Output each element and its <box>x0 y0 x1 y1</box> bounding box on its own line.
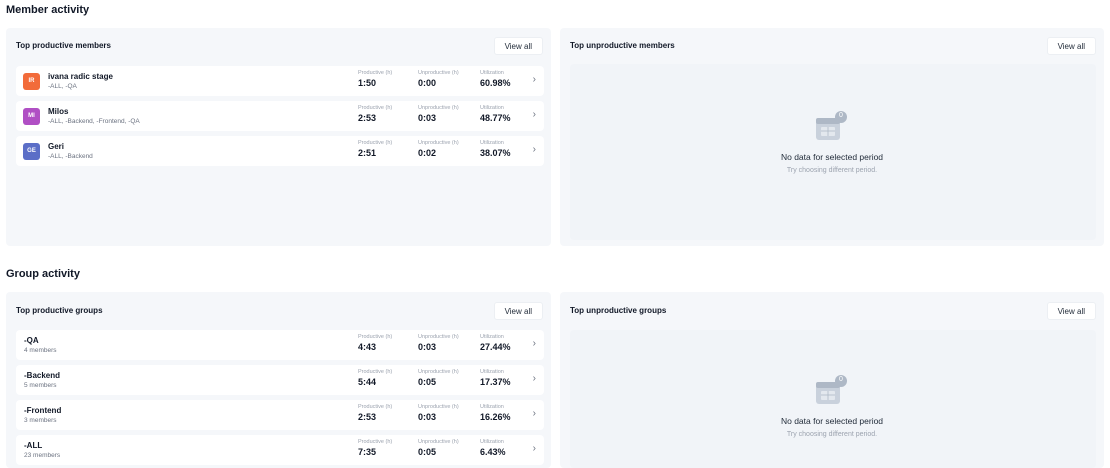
group-name: -Frontend <box>24 405 62 415</box>
member-groups: -ALL, -QA <box>48 82 77 90</box>
unproductive-label: Unproductive (h) <box>418 404 459 410</box>
group-row[interactable]: -QA 4 members Productive (h) 4:43 Unprodu… <box>16 330 544 360</box>
productive-value: 5:44 <box>358 377 377 387</box>
group-name: -ALL <box>24 440 43 450</box>
unproductive-value: 0:03 <box>418 342 437 352</box>
unproductive-label: Unproductive (h) <box>418 105 459 111</box>
unproductive-value: 0:05 <box>418 377 437 387</box>
unproductive-value: 0:03 <box>418 113 437 123</box>
utilization-label: Utilization <box>480 105 504 111</box>
productive-label: Productive (h) <box>358 140 393 146</box>
group-members: 5 members <box>24 381 57 389</box>
group-row[interactable]: -Backend 5 members Productive (h) 5:44 Un… <box>16 365 544 395</box>
member-name: Geri <box>48 141 65 151</box>
chevron-right-icon[interactable]: › <box>533 443 536 454</box>
empty-badge: 0 <box>839 112 843 119</box>
member-row[interactable]: GE Geri -ALL, -Backend Productive (h) 2:5… <box>16 136 544 166</box>
top-productive-members-title: Top productive members <box>16 41 111 50</box>
group-members: 3 members <box>24 416 57 424</box>
group-members: 4 members <box>24 346 57 354</box>
chevron-right-icon[interactable]: › <box>533 74 536 85</box>
productive-label: Productive (h) <box>358 369 393 375</box>
calendar-empty-icon: 0 <box>814 110 850 144</box>
utilization-label: Utilization <box>480 369 504 375</box>
utilization-value: 16.26% <box>480 412 511 422</box>
chevron-right-icon[interactable]: › <box>533 144 536 155</box>
utilization-label: Utilization <box>480 140 504 146</box>
view-all-members-button[interactable]: View all <box>493 37 543 55</box>
avatar: GE <box>23 142 40 160</box>
member-row[interactable]: MI Milos -ALL, -Backend, -Frontend, -QA … <box>16 101 544 131</box>
group-name: -Backend <box>24 370 61 380</box>
chevron-right-icon[interactable]: › <box>533 109 536 120</box>
unproductive-label: Unproductive (h) <box>418 70 459 76</box>
productive-value: 7:35 <box>358 447 377 457</box>
chevron-right-icon[interactable]: › <box>533 408 536 419</box>
productive-label: Productive (h) <box>358 439 393 445</box>
view-all-unproductive-groups-button[interactable]: View all <box>1046 302 1096 320</box>
utilization-label: Utilization <box>480 439 504 445</box>
unproductive-label: Unproductive (h) <box>418 439 459 445</box>
empty-state: 0 No data for selected period Try choosi… <box>732 374 932 438</box>
unproductive-value: 0:02 <box>418 148 437 158</box>
unproductive-label: Unproductive (h) <box>418 140 459 146</box>
empty-title: No data for selected period <box>780 416 884 426</box>
member-row[interactable]: IR ivana radic stage -ALL, -QA Productiv… <box>16 66 544 96</box>
unproductive-value: 0:03 <box>418 412 437 422</box>
top-unproductive-members-title: Top unproductive members <box>570 41 675 50</box>
avatar: IR <box>23 72 40 90</box>
view-all-unproductive-members-button[interactable]: View all <box>1046 37 1096 55</box>
view-all-groups-button[interactable]: View all <box>493 302 543 320</box>
utilization-label: Utilization <box>480 334 504 340</box>
empty-badge: 0 <box>839 376 843 383</box>
group-members: 23 members <box>24 451 61 459</box>
empty-subtitle: Try choosing different period. <box>786 431 878 438</box>
productive-value: 2:53 <box>358 113 377 123</box>
utilization-value: 17.37% <box>480 377 511 387</box>
empty-subtitle: Try choosing different period. <box>786 167 878 174</box>
chevron-right-icon[interactable]: › <box>533 338 536 349</box>
top-productive-groups-panel: Top productive groups View all -QA 4 mem… <box>6 292 551 468</box>
utilization-value: 27.44% <box>480 342 511 352</box>
productive-value: 2:53 <box>358 412 377 422</box>
unproductive-value: 0:00 <box>418 78 437 88</box>
productive-value: 2:51 <box>358 148 377 158</box>
top-productive-groups-title: Top productive groups <box>16 306 103 315</box>
utilization-label: Utilization <box>480 70 504 76</box>
unproductive-value: 0:05 <box>418 447 437 457</box>
top-productive-members-panel: Top productive members View all IR ivana… <box>6 28 551 246</box>
group-row[interactable]: -Frontend 3 members Productive (h) 2:53 U… <box>16 400 544 430</box>
productive-label: Productive (h) <box>358 404 393 410</box>
utilization-value: 60.98% <box>480 78 511 88</box>
member-name: Milos <box>48 106 69 116</box>
productive-label: Productive (h) <box>358 105 393 111</box>
empty-title: No data for selected period <box>780 152 884 162</box>
top-unproductive-groups-title: Top unproductive groups <box>570 306 667 315</box>
productive-value: 4:43 <box>358 342 377 352</box>
empty-state: 0 No data for selected period Try choosi… <box>732 110 932 174</box>
avatar: MI <box>23 107 40 125</box>
top-unproductive-groups-panel: Top unproductive groups View all 0 No da… <box>560 292 1104 468</box>
group-name: -QA <box>24 335 39 345</box>
member-activity-title: Member activity <box>6 4 90 16</box>
member-groups: -ALL, -Backend, -Frontend, -QA <box>48 117 140 125</box>
group-activity-title: Group activity <box>6 268 80 280</box>
utilization-label: Utilization <box>480 404 504 410</box>
productive-label: Productive (h) <box>358 334 393 340</box>
unproductive-label: Unproductive (h) <box>418 334 459 340</box>
productive-value: 1:50 <box>358 78 377 88</box>
utilization-value: 6.43% <box>480 447 506 457</box>
calendar-empty-icon: 0 <box>814 374 850 408</box>
utilization-value: 38.07% <box>480 148 511 158</box>
member-groups: -ALL, -Backend <box>48 152 93 160</box>
top-unproductive-members-panel: Top unproductive members View all 0 No d… <box>560 28 1104 246</box>
member-name: ivana radic stage <box>48 71 113 81</box>
unproductive-label: Unproductive (h) <box>418 369 459 375</box>
productive-label: Productive (h) <box>358 70 393 76</box>
chevron-right-icon[interactable]: › <box>533 373 536 384</box>
group-row[interactable]: -ALL 23 members Productive (h) 7:35 Unpro… <box>16 435 544 465</box>
utilization-value: 48.77% <box>480 113 511 123</box>
